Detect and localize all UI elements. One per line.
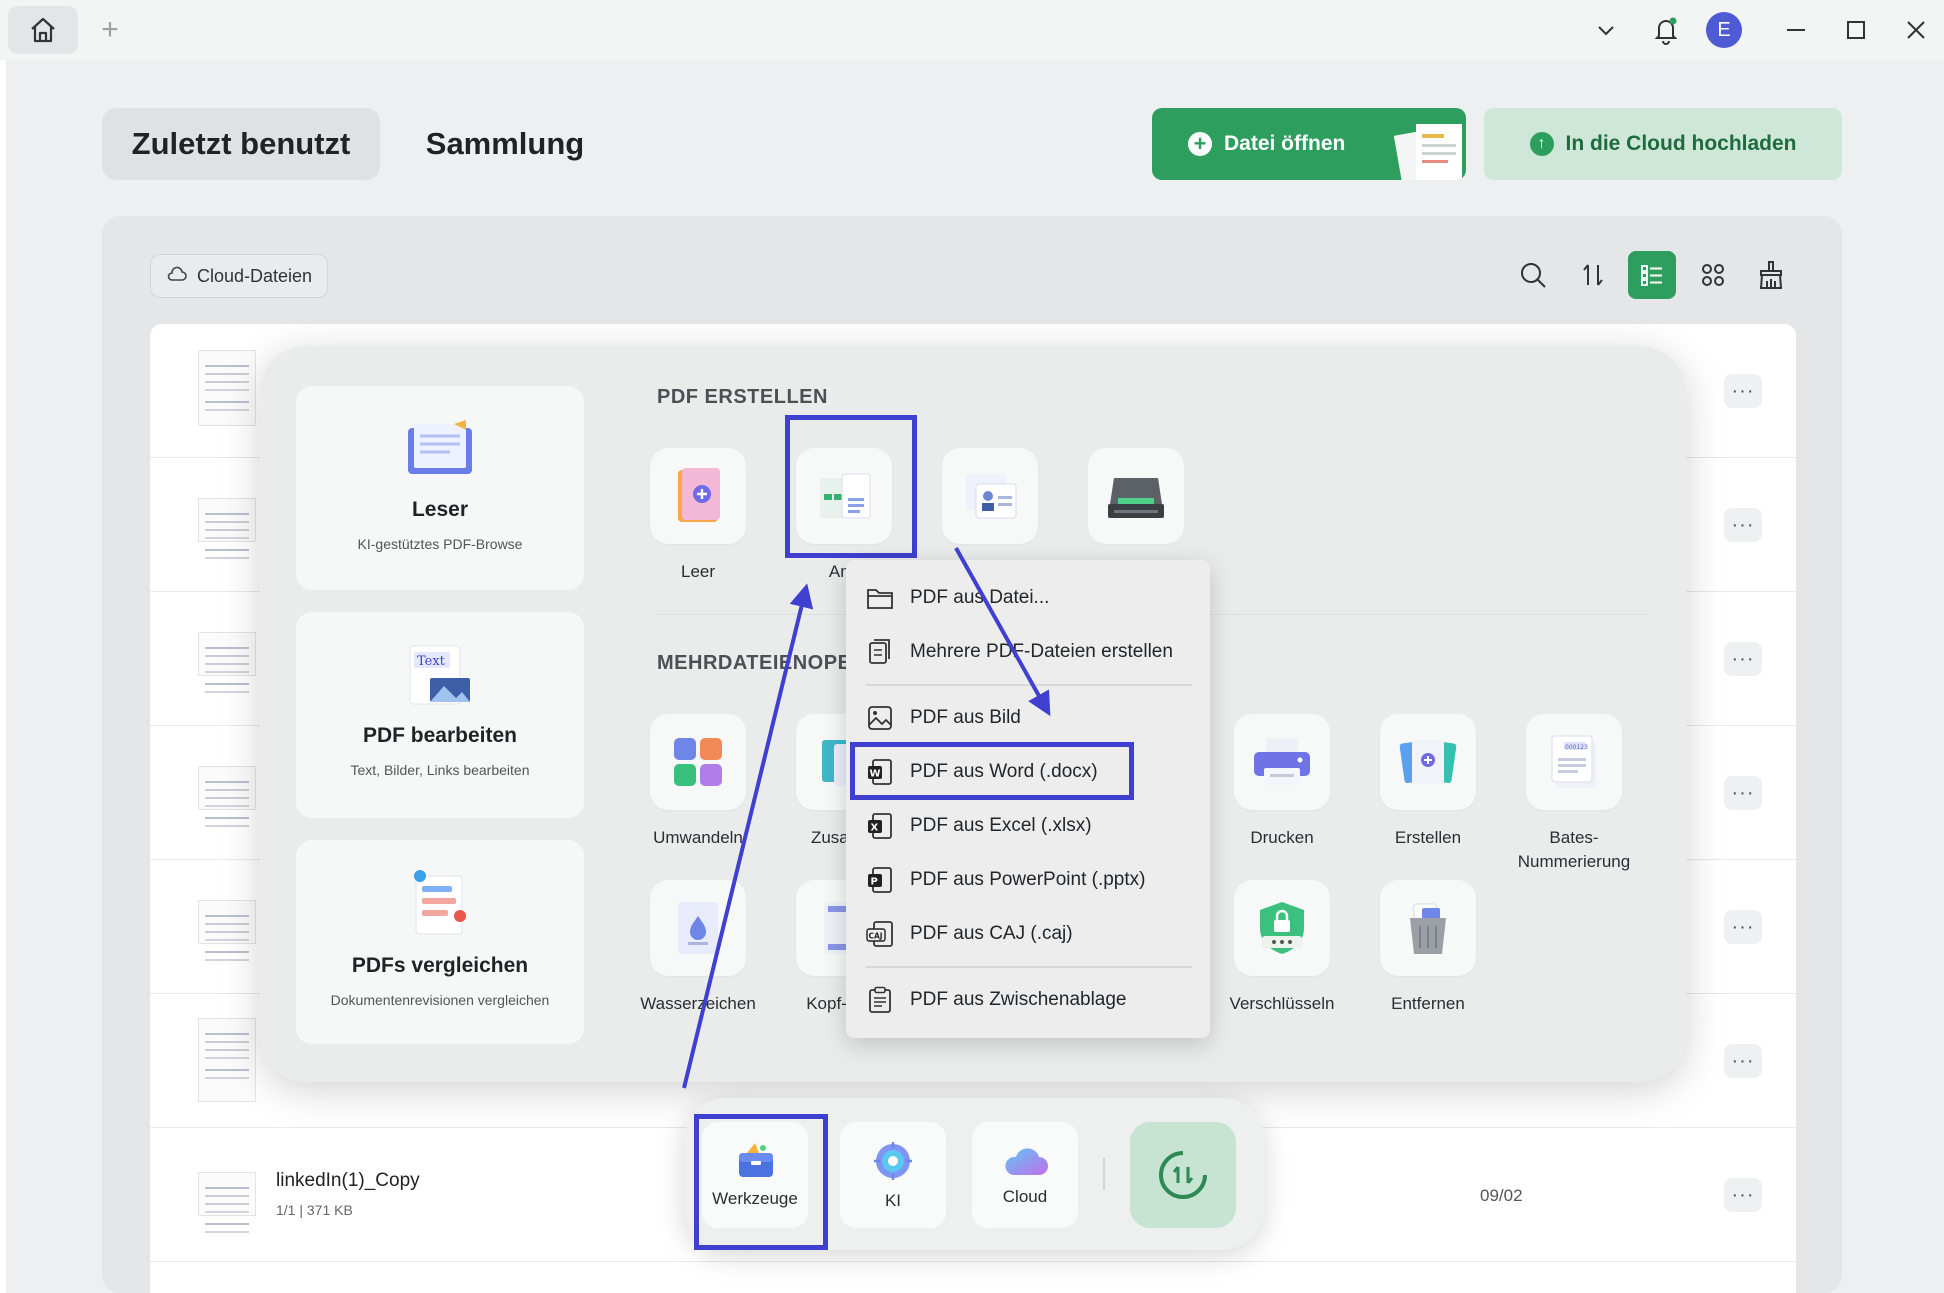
arrow-to-create-tool [682,583,814,1089]
dock-ai-button[interactable]: KI [840,1122,946,1228]
dock-cloud-label: Cloud [1002,1187,1048,1206]
dock-cloud-button[interactable]: Cloud [972,1122,1078,1228]
ai-icon [874,1142,912,1180]
sync-icon [1159,1150,1208,1199]
dock-separator [1103,1158,1105,1190]
dock-sync-button[interactable] [1130,1122,1236,1228]
dock-ai-label: KI [884,1191,902,1210]
cloud-icon [1005,1148,1048,1175]
highlight-tools-button [694,1114,828,1250]
arrow-to-word-item [954,547,1051,717]
